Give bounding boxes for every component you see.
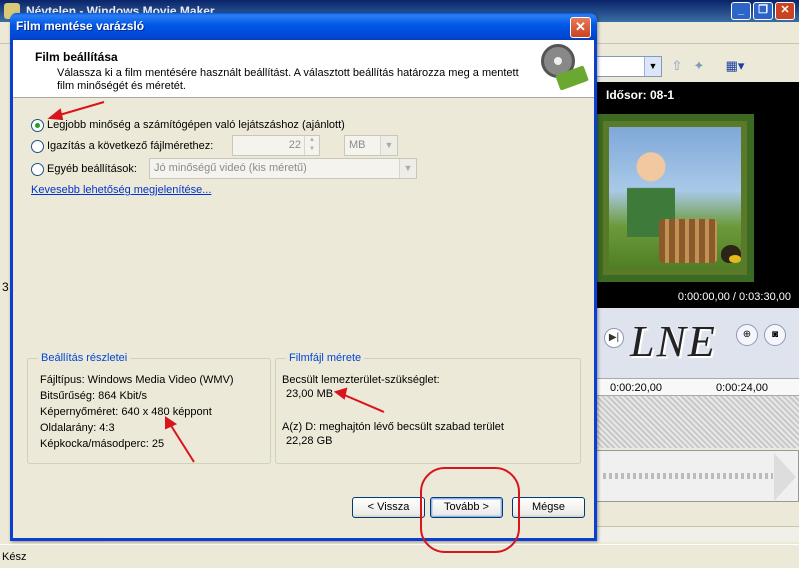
ruler-mark: 0:00:24,00 xyxy=(716,382,768,394)
chevron-down-icon[interactable]: ▼ xyxy=(644,57,661,76)
preview-title: Idősor: 08-1 xyxy=(606,88,675,102)
option-fit-size[interactable]: Igazítás a következő fájlmérethez: xyxy=(31,137,213,155)
other-settings-value: Jó minőségű videó (kis méretű) xyxy=(154,162,307,174)
clip-arrow-icon xyxy=(774,453,796,501)
statusbar: Kész xyxy=(0,544,799,568)
left-panel-text: 3 xyxy=(2,280,9,294)
disk-estimate-value: 23,00 MB xyxy=(286,388,334,400)
size-unit-value: MB xyxy=(349,139,366,151)
woodpile-image xyxy=(659,219,717,263)
save-movie-wizard: Film mentése varázsló ✕ Film beállítása … xyxy=(10,13,597,541)
info-filetype: Fájltípus: Windows Media Video (WMV) xyxy=(40,374,234,386)
radio-fit-size[interactable] xyxy=(31,139,44,153)
time-readout: 0:00:00,00 / 0:03:30,00 xyxy=(677,291,791,303)
chevron-down-icon[interactable]: ▼ xyxy=(380,136,397,155)
chevron-down-icon[interactable]: ▼ xyxy=(399,159,416,178)
collection-combo[interactable]: ▼ xyxy=(596,56,662,77)
split-button[interactable]: ⊕ xyxy=(736,324,758,346)
up-folder-icon[interactable]: ⇧ xyxy=(668,58,686,76)
new-folder-icon[interactable]: ✦ xyxy=(690,58,708,76)
dialog-header: Film beállítása Válassza ki a film menté… xyxy=(13,40,594,98)
radio-best-quality[interactable] xyxy=(31,118,44,132)
bird-image xyxy=(721,245,741,263)
option-other[interactable]: Egyéb beállítások: xyxy=(31,160,137,178)
next-button[interactable]: Tovább > xyxy=(430,497,503,518)
video-track[interactable] xyxy=(596,396,799,448)
info-framerate: Képkocka/másodperc: 25 xyxy=(40,438,165,450)
snapshot-icon[interactable]: ◙ xyxy=(764,324,786,346)
other-settings-select[interactable]: Jó minőségű videó (kis méretű) ▼ xyxy=(149,158,417,179)
size-value: 22 xyxy=(288,139,301,151)
size-stepper[interactable]: 22 ▲ ▼ xyxy=(232,135,320,156)
next-frame-button[interactable]: ▶| xyxy=(604,328,624,348)
minimize-button[interactable]: _ xyxy=(731,2,751,20)
cancel-button[interactable]: Mégse xyxy=(512,497,585,518)
timeline-ruler[interactable]: 0:00:20,00 0:00:24,00 xyxy=(596,378,799,396)
dialog-titlebar[interactable]: Film mentése varázsló ✕ xyxy=(10,13,597,40)
back-button[interactable]: < Vissza xyxy=(352,497,425,518)
header-title: Film beállítása xyxy=(35,50,118,64)
playback-controls: ▶| LNE ⊕ ◙ xyxy=(596,308,799,378)
info-resolution: Képernyőméret: 640 x 480 képpont xyxy=(40,406,212,418)
spin-arrows-icon[interactable]: ▲ ▼ xyxy=(304,136,319,155)
info-aspect-ratio: Oldalarány: 4:3 xyxy=(40,422,115,434)
radio-other[interactable] xyxy=(31,162,44,176)
preview-frame-image xyxy=(596,114,754,282)
info-bitrate: Bitsűrűség: 864 Kbit/s xyxy=(40,390,148,402)
settings-details-group: Beállítás részletei Fájltípus: Windows M… xyxy=(27,352,271,464)
disk-estimate-label: Becsült lemezterület-szükséglet: xyxy=(282,374,440,386)
option-fit-size-label[interactable]: Igazítás a következő fájlmérethez: xyxy=(47,140,213,152)
audio-track[interactable] xyxy=(596,450,799,502)
size-unit-select[interactable]: MB ▼ xyxy=(344,135,398,156)
preview-header: Idősor: 08-1 xyxy=(596,82,799,108)
fewer-options-link[interactable]: Kevesebb lehetőség megjelenítése... xyxy=(31,184,211,196)
dialog-title: Film mentése varázsló xyxy=(16,19,145,33)
option-best-quality[interactable]: Legjobb minőség a számítógépen való lejá… xyxy=(31,116,345,134)
view-options-icon[interactable]: ▦▾ xyxy=(722,58,748,76)
file-size-title: Filmfájl mérete xyxy=(286,352,365,364)
dialog-close-button[interactable]: ✕ xyxy=(570,17,591,38)
app-close-button[interactable]: ✕ xyxy=(775,2,795,20)
ruler-mark: 0:00:20,00 xyxy=(610,382,662,394)
time-bar: 0:00:00,00 / 0:03:30,00 xyxy=(596,288,799,308)
status-text: Kész xyxy=(2,551,27,563)
file-size-group: Filmfájl mérete Becsült lemezterület-szü… xyxy=(275,352,581,464)
preview-monitor xyxy=(596,108,799,288)
free-space-label: A(z) D: meghajtón lévő becsült szabad te… xyxy=(282,421,504,433)
settings-details-title: Beállítás részletei xyxy=(38,352,131,364)
lne-watermark: LNE xyxy=(630,317,717,366)
audio-wave xyxy=(603,473,773,479)
free-space-value: 22,28 GB xyxy=(286,435,333,447)
header-description: Válassza ki a film mentésére használt be… xyxy=(57,67,519,92)
option-best-quality-label[interactable]: Legjobb minőség a számítógépen való lejá… xyxy=(47,119,345,131)
film-reel-icon xyxy=(539,44,589,92)
restore-button[interactable]: ❐ xyxy=(753,2,773,20)
option-other-label[interactable]: Egyéb beállítások: xyxy=(47,163,137,175)
